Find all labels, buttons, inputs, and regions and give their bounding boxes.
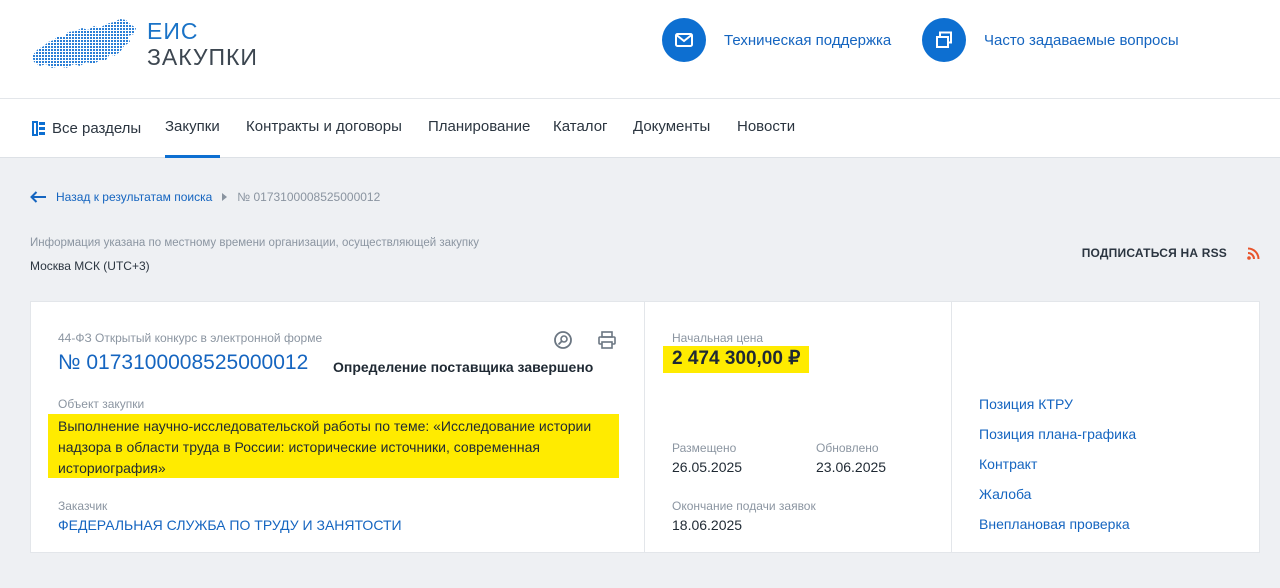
nav-item-all-sections[interactable]: Все разделы: [32, 99, 141, 158]
purchase-object-line: историография»: [58, 460, 166, 476]
initial-price: 2 474 300,00 ₽: [663, 346, 810, 373]
purchase-object: Выполнение научно-исследовательской рабо…: [48, 414, 619, 478]
related-links-column: Позиция КТРУ Позиция плана-графика Контр…: [953, 302, 1259, 552]
mail-icon: [662, 18, 706, 62]
purchase-number[interactable]: № 0173100008525000012: [58, 351, 308, 375]
price-dates-column: Начальная цена 2 474 300,00 ₽ Размещено …: [646, 302, 952, 552]
deadline-date: 18.06.2025: [672, 517, 743, 533]
windows-icon: [922, 18, 966, 62]
link-complaint[interactable]: Жалоба: [979, 486, 1031, 502]
back-link[interactable]: Назад к результатам поиска: [30, 190, 212, 204]
purchase-status: Определение поставщика завершено: [333, 359, 594, 375]
nav-item-documents[interactable]: Документы: [633, 99, 710, 158]
nav-item-purchases[interactable]: Закупки: [165, 99, 220, 158]
updated-date: 23.06.2025: [816, 459, 887, 475]
purchase-card: 44-ФЗ Открытый конкурс в электронной фор…: [30, 301, 1260, 553]
customer-link[interactable]: ФЕДЕРАЛЬНАЯ СЛУЖБА ПО ТРУДУ И ЗАНЯТОСТИ: [58, 517, 402, 533]
nav-item-contracts[interactable]: Контракты и договоры: [246, 99, 402, 158]
posted-label: Размещено: [672, 441, 737, 455]
eis-logo[interactable]: ЕИС ЗАКУПКИ: [30, 16, 270, 76]
back-label: Назад к результатам поиска: [56, 190, 213, 204]
object-label: Объект закупки: [58, 397, 145, 411]
russia-map-icon: [32, 19, 136, 68]
arrow-left-icon: [30, 191, 46, 203]
purchase-object-line: Выполнение научно-исследовательской рабо…: [58, 418, 592, 434]
sections-icon: [32, 121, 45, 136]
rss-label: ПОДПИСАТЬСЯ НА RSS: [1081, 246, 1227, 260]
law-type: 44-ФЗ Открытый конкурс в электронной фор…: [58, 331, 323, 345]
main-nav: Все разделы Закупки Контракты и договоры…: [0, 99, 1280, 158]
deadline-label: Окончание подачи заявок: [672, 499, 816, 513]
nav-item-planning[interactable]: Планирование: [428, 99, 530, 158]
nav-label-all-sections: Все разделы: [52, 119, 142, 137]
nav-item-catalog[interactable]: Каталог: [553, 99, 608, 158]
breadcrumb: Назад к результатам поиска № 01731000085…: [30, 188, 380, 206]
logo-line1: ЕИС: [147, 18, 199, 44]
link-plan-position[interactable]: Позиция плана-графика: [979, 426, 1136, 442]
search-doc-icon[interactable]: [553, 330, 573, 355]
link-ktru-position[interactable]: Позиция КТРУ: [979, 396, 1073, 412]
nav-item-news[interactable]: Новости: [737, 99, 795, 158]
rss-icon: [1247, 247, 1260, 260]
faq-link[interactable]: Часто задаваемые вопросы: [922, 18, 1179, 62]
breadcrumb-current: № 0173100008525000012: [237, 190, 381, 204]
link-contract[interactable]: Контракт: [979, 456, 1037, 472]
updated-label: Обновлено: [816, 441, 879, 455]
price-label: Начальная цена: [672, 331, 764, 345]
customer-label: Заказчик: [58, 499, 108, 513]
link-unscheduled-inspection[interactable]: Внеплановая проверка: [979, 516, 1130, 532]
purchase-object-line: надзора в области труда в России: истори…: [58, 439, 540, 455]
timezone-value: Москва МСК (UTC+3): [30, 259, 150, 273]
site-header: ЕИС ЗАКУПКИ Техническая поддержка Часто …: [0, 0, 1280, 99]
rss-subscribe-button[interactable]: ПОДПИСАТЬСЯ НА RSS: [1082, 246, 1260, 260]
support-label: Техническая поддержка: [724, 31, 892, 49]
breadcrumb-separator-icon: [222, 193, 228, 201]
support-link[interactable]: Техническая поддержка: [662, 18, 891, 62]
timezone-note: Информация указана по местному времени о…: [30, 237, 480, 249]
logo-text: ЕИС ЗАКУПКИ: [147, 18, 258, 70]
posted-date: 26.05.2025: [672, 459, 743, 475]
print-icon[interactable]: [597, 330, 617, 355]
faq-label: Часто задаваемые вопросы: [984, 31, 1179, 49]
purchase-info-column: 44-ФЗ Открытый конкурс в электронной фор…: [31, 302, 645, 552]
logo-line2: ЗАКУПКИ: [147, 44, 258, 70]
